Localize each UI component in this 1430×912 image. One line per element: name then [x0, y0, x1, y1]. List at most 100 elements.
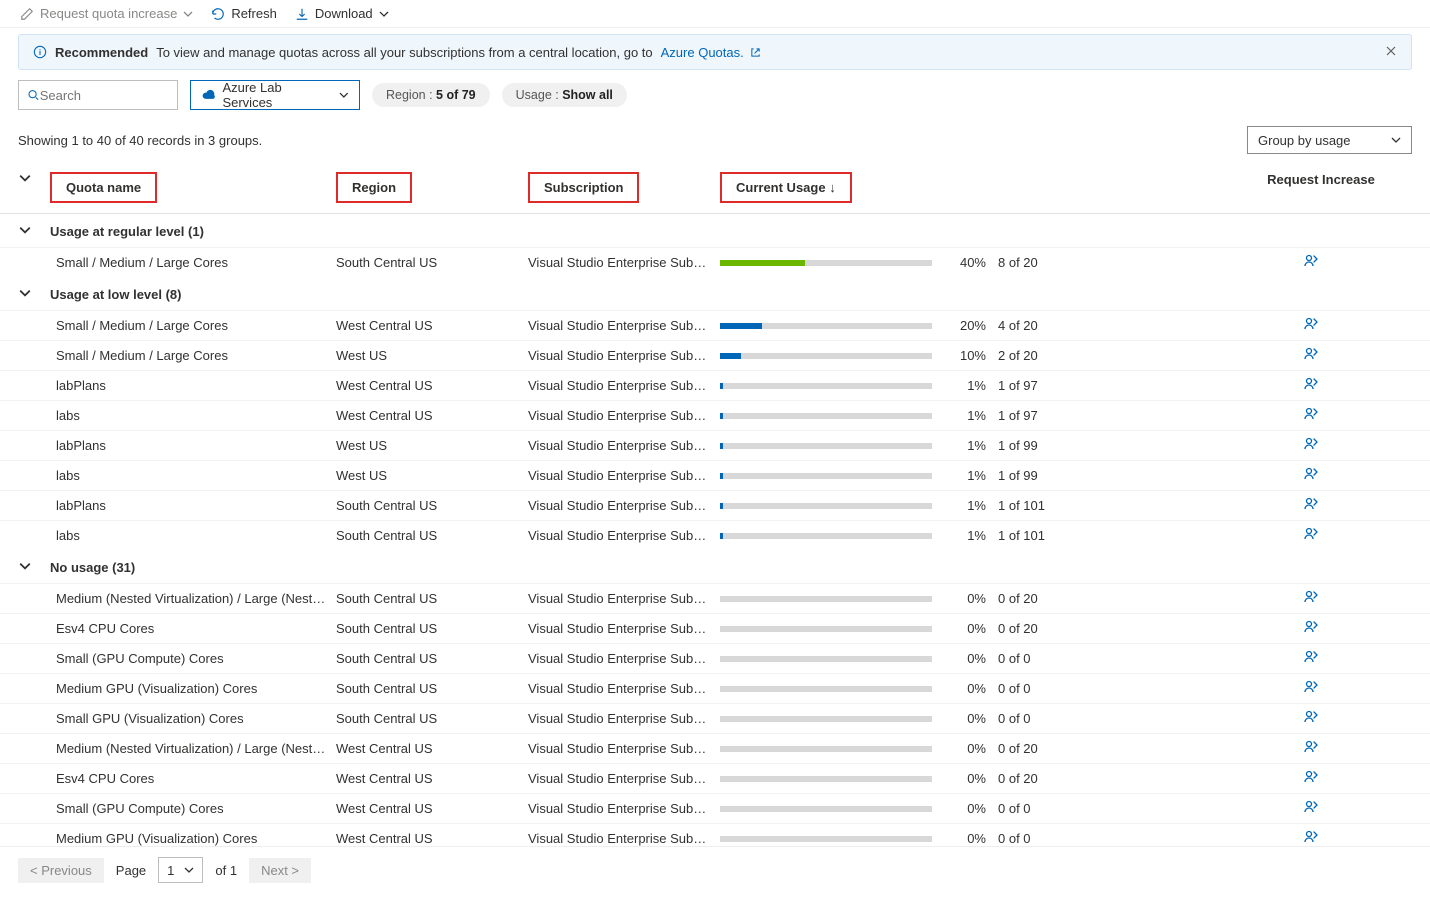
chevron-down-icon — [19, 172, 31, 184]
request-increase-button[interactable] — [1303, 526, 1319, 542]
subscription-cell: Visual Studio Enterprise Subscri... — [528, 348, 720, 363]
usage-ratio: 1 of 97 — [998, 408, 1068, 423]
chevron-down-icon — [184, 865, 194, 875]
col-current-usage[interactable]: Current Usage ↓ — [720, 172, 1222, 203]
request-increase-button[interactable] — [1303, 649, 1319, 665]
usage-percent: 20% — [944, 318, 986, 333]
usage-cell: 40%8 of 20 — [720, 255, 1222, 270]
next-page-button[interactable]: Next > — [249, 858, 311, 883]
usage-percent: 0% — [944, 621, 986, 636]
region-filter-value: 5 of 79 — [436, 88, 476, 102]
usage-ratio: 0 of 20 — [998, 771, 1068, 786]
usage-bar — [720, 596, 932, 602]
subscription-cell: Visual Studio Enterprise Subscri... — [528, 378, 720, 393]
quota-name-cell: Small GPU (Visualization) Cores — [50, 711, 336, 726]
col-region[interactable]: Region — [336, 172, 528, 203]
request-increase-button[interactable] — [1303, 739, 1319, 755]
table-row: Small GPU (Visualization) CoresSouth Cen… — [0, 703, 1430, 733]
provider-dropdown[interactable]: Azure Lab Services — [190, 80, 360, 110]
region-cell: West Central US — [336, 741, 528, 756]
request-increase-button[interactable] — [1303, 679, 1319, 695]
usage-bar — [720, 686, 932, 692]
request-increase-button[interactable] — [1303, 253, 1319, 269]
usage-cell: 1%1 of 99 — [720, 468, 1222, 483]
usage-cell: 1%1 of 97 — [720, 408, 1222, 423]
request-increase-button[interactable] — [1303, 346, 1319, 362]
usage-cell: 0%0 of 0 — [720, 801, 1222, 816]
group-header[interactable]: Usage at low level (8) — [0, 277, 1430, 310]
usage-percent: 1% — [944, 468, 986, 483]
region-cell: South Central US — [336, 528, 528, 543]
request-increase-button[interactable] — [1303, 619, 1319, 635]
subscription-cell: Visual Studio Enterprise Subscri... — [528, 621, 720, 636]
group-by-dropdown[interactable]: Group by usage — [1247, 126, 1412, 154]
group-header[interactable]: Usage at regular level (1) — [0, 214, 1430, 247]
region-filter-pill[interactable]: Region : 5 of 79 — [372, 83, 490, 107]
request-increase-button[interactable] — [1303, 436, 1319, 452]
group-header[interactable]: No usage (31) — [0, 550, 1430, 583]
subscription-cell: Visual Studio Enterprise Subscri... — [528, 255, 720, 270]
quota-name-cell: Small (GPU Compute) Cores — [50, 801, 336, 816]
subscription-cell: Visual Studio Enterprise Subscri... — [528, 498, 720, 513]
region-cell: West Central US — [336, 318, 528, 333]
request-quota-increase-label: Request quota increase — [40, 6, 177, 21]
request-quota-increase-button[interactable]: Request quota increase — [20, 6, 193, 21]
chevron-down-icon — [0, 224, 50, 239]
table-row: labsWest Central USVisual Studio Enterpr… — [0, 400, 1430, 430]
close-icon — [1385, 45, 1397, 57]
request-increase-button[interactable] — [1303, 709, 1319, 725]
request-increase-button[interactable] — [1303, 376, 1319, 392]
download-button[interactable]: Download — [295, 6, 389, 21]
col-quota-name[interactable]: Quota name — [50, 172, 336, 203]
usage-bar — [720, 806, 932, 812]
quota-name-cell: labPlans — [50, 438, 336, 453]
command-bar: Request quota increase Refresh Download — [0, 0, 1430, 28]
quota-name-cell: Esv4 CPU Cores — [50, 771, 336, 786]
chevron-down-icon — [0, 287, 50, 302]
request-increase-button[interactable] — [1303, 829, 1319, 845]
request-increase-button[interactable] — [1303, 799, 1319, 815]
usage-percent: 0% — [944, 711, 986, 726]
info-icon — [33, 45, 47, 59]
refresh-icon — [211, 7, 225, 21]
request-increase-button[interactable] — [1303, 769, 1319, 785]
chevron-down-icon — [339, 90, 349, 100]
quota-table: Quota name Region Subscription Current U… — [0, 158, 1430, 846]
usage-percent: 0% — [944, 681, 986, 696]
col-subscription[interactable]: Subscription — [528, 172, 720, 203]
quota-name-cell: Small / Medium / Large Cores — [50, 318, 336, 333]
usage-ratio: 1 of 101 — [998, 528, 1068, 543]
expand-all-toggle[interactable] — [0, 172, 50, 203]
region-cell: South Central US — [336, 681, 528, 696]
subscription-cell: Visual Studio Enterprise Subscri... — [528, 528, 720, 543]
usage-bar — [720, 473, 932, 479]
request-increase-button[interactable] — [1303, 589, 1319, 605]
request-increase-button[interactable] — [1303, 316, 1319, 332]
usage-cell: 0%0 of 20 — [720, 741, 1222, 756]
page-number-dropdown[interactable]: 1 — [158, 857, 203, 883]
usage-cell: 1%1 of 101 — [720, 528, 1222, 543]
usage-filter-pill[interactable]: Usage : Show all — [502, 83, 627, 107]
recommendation-banner: Recommended To view and manage quotas ac… — [18, 34, 1412, 70]
request-increase-button[interactable] — [1303, 496, 1319, 512]
quota-name-cell: Small (GPU Compute) Cores — [50, 651, 336, 666]
usage-cell: 0%0 of 20 — [720, 771, 1222, 786]
request-increase-button[interactable] — [1303, 466, 1319, 482]
usage-percent: 1% — [944, 378, 986, 393]
refresh-button[interactable]: Refresh — [211, 6, 277, 21]
azure-quotas-link[interactable]: Azure Quotas. — [661, 45, 762, 60]
search-icon — [27, 88, 40, 102]
usage-cell: 0%0 of 0 — [720, 831, 1222, 846]
table-row: Medium (Nested Virtualization) / Large (… — [0, 733, 1430, 763]
subscription-cell: Visual Studio Enterprise Subscri... — [528, 681, 720, 696]
search-input[interactable] — [40, 88, 169, 103]
group-title: Usage at regular level (1) — [50, 224, 1430, 239]
banner-close-button[interactable] — [1385, 44, 1397, 60]
request-increase-button[interactable] — [1303, 406, 1319, 422]
usage-percent: 40% — [944, 255, 986, 270]
prev-page-button[interactable]: < Previous — [18, 858, 104, 883]
banner-label: Recommended — [55, 45, 148, 60]
usage-cell: 0%0 of 20 — [720, 621, 1222, 636]
search-input-wrap[interactable] — [18, 80, 178, 110]
usage-cell: 0%0 of 0 — [720, 651, 1222, 666]
